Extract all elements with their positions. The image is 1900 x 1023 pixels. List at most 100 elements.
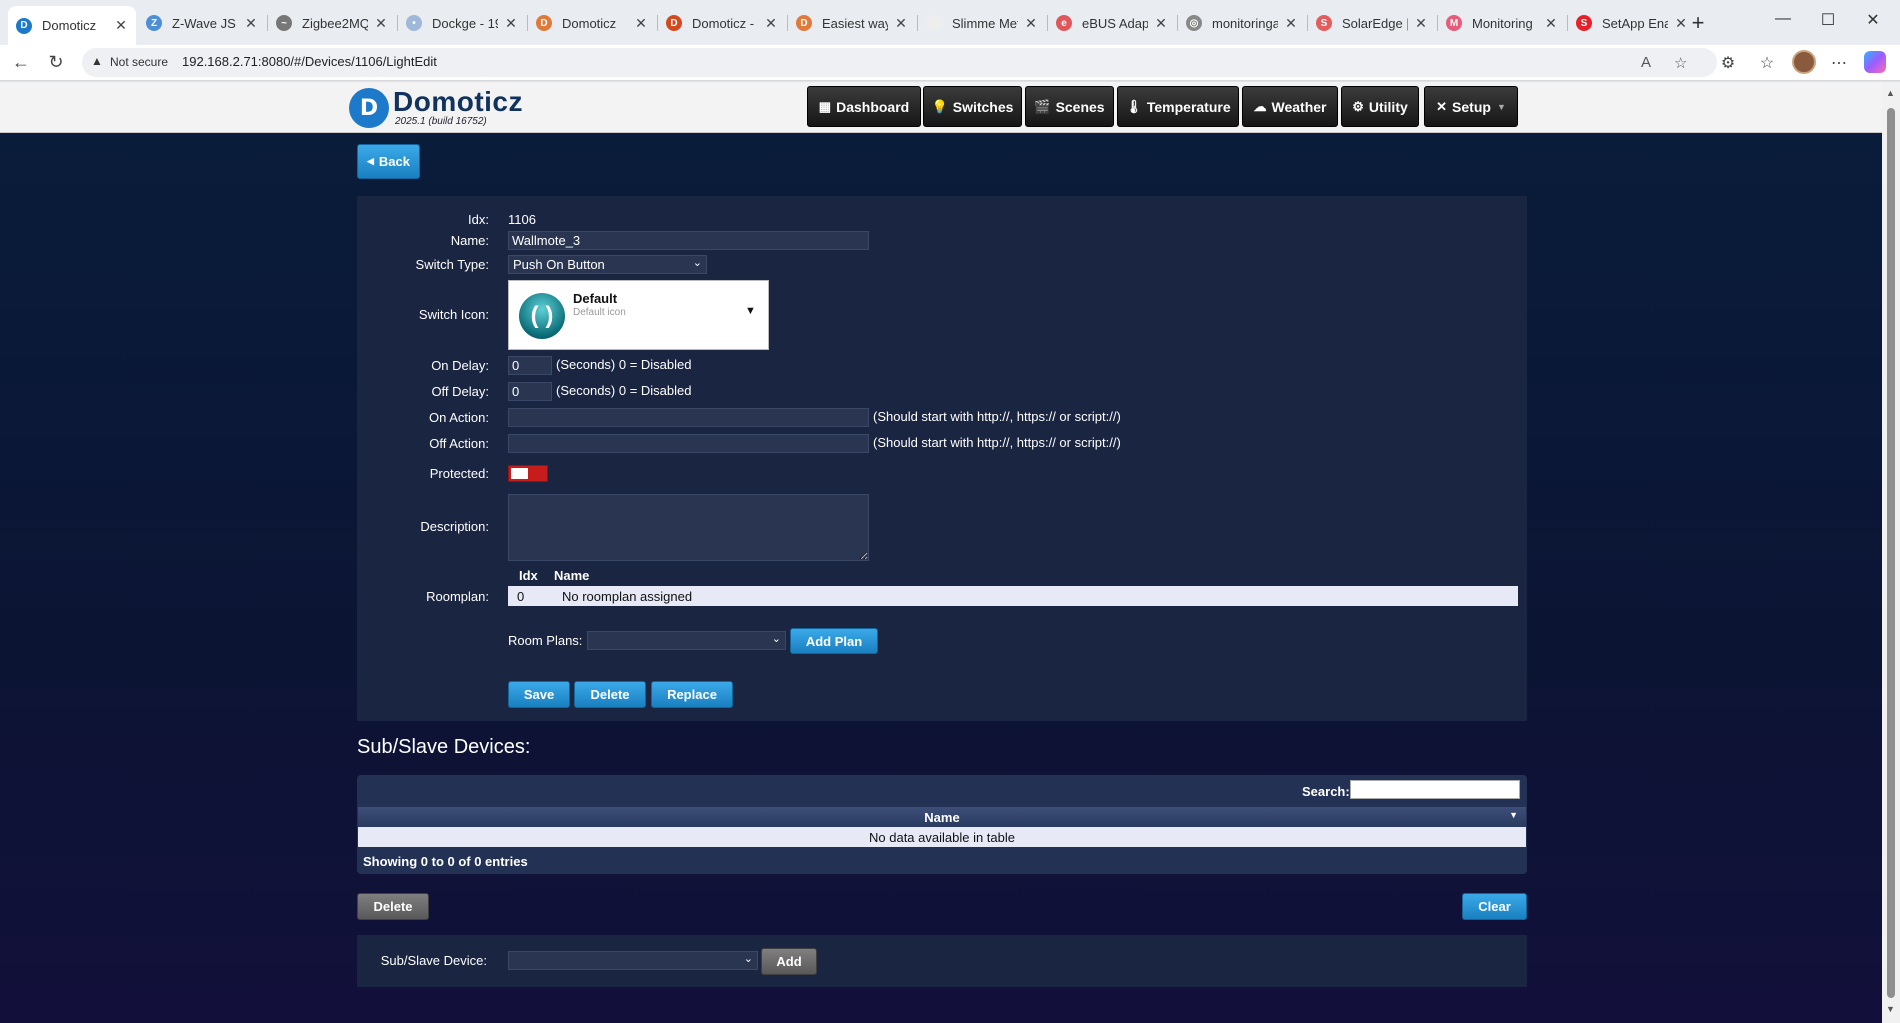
save-button[interactable]: Save: [508, 681, 570, 708]
chevron-down-icon: ⌄: [692, 257, 702, 269]
menu-utility[interactable]: ⚙ Utility: [1341, 86, 1419, 127]
menu-weather[interactable]: ☁ Weather: [1242, 86, 1338, 127]
subslave-device-select[interactable]: ⌄: [508, 951, 758, 970]
app-title[interactable]: Domoticz: [393, 86, 523, 118]
name-input[interactable]: [508, 231, 869, 250]
off-delay-input[interactable]: [508, 382, 552, 401]
toggle-knob: [511, 468, 528, 479]
table-row[interactable]: 0 No roomplan assigned: [508, 586, 1518, 606]
clear-button[interactable]: Clear: [1462, 893, 1527, 920]
menu-temperature[interactable]: 🌡 Temperature: [1117, 86, 1239, 127]
subslave-title: Sub/Slave Devices:: [357, 736, 531, 758]
browser-tab[interactable]: • Dockge - 19 ✕: [398, 7, 526, 39]
url-box[interactable]: ▲ Not secure 192.168.2.71:8080/#/Devices…: [82, 48, 1717, 77]
default-power-icon: ( ): [519, 293, 565, 339]
chevron-left-icon: ◀: [367, 156, 374, 166]
menu-dashboard[interactable]: ▦ Dashboard: [807, 86, 921, 127]
tab-close-icon[interactable]: ✕: [1154, 15, 1168, 32]
domoticz-logo-icon[interactable]: D: [349, 88, 389, 128]
browser-tab[interactable]: S SetApp Enal ✕: [1568, 7, 1696, 39]
tab-label: monitoringa: [1212, 15, 1278, 31]
tab-close-icon[interactable]: ✕: [634, 15, 648, 32]
back-button[interactable]: ◀ Back: [357, 144, 420, 179]
tab-close-icon[interactable]: ✕: [114, 17, 128, 34]
search-input[interactable]: [1350, 780, 1520, 799]
browser-tab[interactable]: ◎ monitoringa ✕: [1178, 7, 1306, 39]
tab-close-icon[interactable]: ✕: [1024, 15, 1038, 32]
favorites-icon[interactable]: ☆: [1756, 53, 1778, 73]
tab-label: Slimme Met: [952, 15, 1018, 31]
page-scrollbar[interactable]: ▲ ▼: [1882, 82, 1900, 1023]
tab-close-icon[interactable]: ✕: [1414, 15, 1428, 32]
dashboard-icon: ▦: [818, 98, 832, 114]
thermometer-icon: 🌡: [1125, 98, 1142, 114]
menu-setup[interactable]: ✕ Setup ▼: [1424, 86, 1518, 127]
menu-scenes[interactable]: 🎬 Scenes: [1025, 86, 1114, 127]
description-textarea[interactable]: [508, 494, 869, 561]
profile-avatar[interactable]: [1792, 50, 1816, 74]
tab-close-icon[interactable]: ✕: [504, 15, 518, 32]
extensions-icon[interactable]: ⚙: [1717, 53, 1739, 73]
tab-close-icon[interactable]: ✕: [1284, 15, 1298, 32]
favorite-star-icon[interactable]: ☆: [1674, 54, 1687, 72]
search-label: Search:: [1302, 784, 1350, 799]
browser-tab[interactable]: D Domoticz ✕: [528, 7, 656, 39]
scrollbar-thumb[interactable]: [1887, 108, 1895, 998]
page-viewport: D Domoticz 2025.1 (build 16752) ▦ Dashbo…: [0, 82, 1882, 1023]
subslave-delete-button[interactable]: Delete: [357, 893, 429, 920]
warning-icon: ▲: [91, 54, 103, 68]
tab-favicon-icon: •: [406, 15, 422, 31]
browser-tab[interactable]: D Domoticz - F ✕: [658, 7, 786, 39]
browser-tab[interactable]: S SolarEdge | ✕: [1308, 7, 1436, 39]
scroll-down-icon[interactable]: ▼: [1886, 1004, 1895, 1014]
add-plan-button[interactable]: Add Plan: [790, 628, 878, 654]
switch-type-label: Switch Type:: [415, 257, 489, 272]
delete-button[interactable]: Delete: [574, 681, 646, 708]
protected-toggle[interactable]: [508, 465, 548, 482]
scroll-up-icon[interactable]: ▲: [1886, 88, 1895, 98]
more-options-icon[interactable]: ⋯: [1828, 53, 1850, 73]
back-arrow-icon[interactable]: ←: [9, 52, 33, 73]
app-header: D Domoticz 2025.1 (build 16752) ▦ Dashbo…: [0, 82, 1882, 133]
new-tab-icon[interactable]: +: [1686, 10, 1710, 36]
add-subslave-button[interactable]: Add: [761, 948, 817, 975]
menu-label: Switches: [952, 98, 1014, 115]
name-label: Name:: [450, 233, 489, 248]
browser-tab-bar: D Domoticz ✕ Z Z-Wave JS U ✕ ~ Zigbee2MQT ✕ • Dock…: [0, 0, 1900, 45]
roomplan-header-idx[interactable]: Idx: [519, 568, 538, 583]
switch-type-select[interactable]: Push On Button ⌄: [508, 255, 707, 274]
menu-switches[interactable]: 💡 Switches: [923, 86, 1022, 127]
tab-label: Domoticz - F: [692, 15, 758, 31]
on-action-input[interactable]: [508, 408, 869, 427]
on-delay-input[interactable]: [508, 356, 552, 375]
browser-tab[interactable]: M Monitoring ✕: [1438, 7, 1566, 39]
browser-tab[interactable]: D Domoticz ✕: [8, 6, 136, 45]
room-plans-select[interactable]: ⌄: [587, 631, 786, 650]
minimize-icon[interactable]: —: [1768, 10, 1798, 28]
switch-icon-select[interactable]: ( ) Default Default icon ▼: [508, 280, 769, 350]
read-aloud-icon[interactable]: A: [1641, 54, 1651, 71]
tab-close-icon[interactable]: ✕: [1544, 15, 1558, 32]
tab-close-icon[interactable]: ✕: [244, 15, 258, 32]
window-close-icon[interactable]: ✕: [1858, 10, 1888, 30]
browser-tab[interactable]: e eBUS Adapt ✕: [1048, 7, 1176, 39]
copilot-icon[interactable]: [1864, 51, 1886, 73]
replace-button[interactable]: Replace: [651, 681, 733, 708]
menu-label: Utility: [1368, 98, 1408, 115]
scenes-icon: 🎬: [1034, 98, 1051, 114]
table-header-name[interactable]: Name ▼: [358, 807, 1526, 827]
browser-tab[interactable]: ~ Zigbee2MQT ✕: [268, 7, 396, 39]
tab-close-icon[interactable]: ✕: [894, 15, 908, 32]
tab-close-icon[interactable]: ✕: [764, 15, 778, 32]
maximize-icon[interactable]: ☐: [1813, 10, 1843, 30]
roomplan-header-name[interactable]: Name: [554, 568, 589, 583]
off-action-input[interactable]: [508, 434, 869, 453]
browser-tab[interactable]: Slimme Met ✕: [918, 7, 1046, 39]
tab-close-icon[interactable]: ✕: [374, 15, 388, 32]
url-text[interactable]: 192.168.2.71:8080/#/Devices/1106/LightEd…: [182, 54, 437, 69]
tab-favicon-icon: S: [1576, 15, 1592, 31]
browser-tab[interactable]: Z Z-Wave JS U ✕: [138, 7, 266, 39]
switch-icon-label: Switch Icon:: [418, 307, 489, 322]
browser-tab[interactable]: D Easiest way ✕: [788, 7, 916, 39]
reload-icon[interactable]: ↻: [44, 52, 68, 73]
